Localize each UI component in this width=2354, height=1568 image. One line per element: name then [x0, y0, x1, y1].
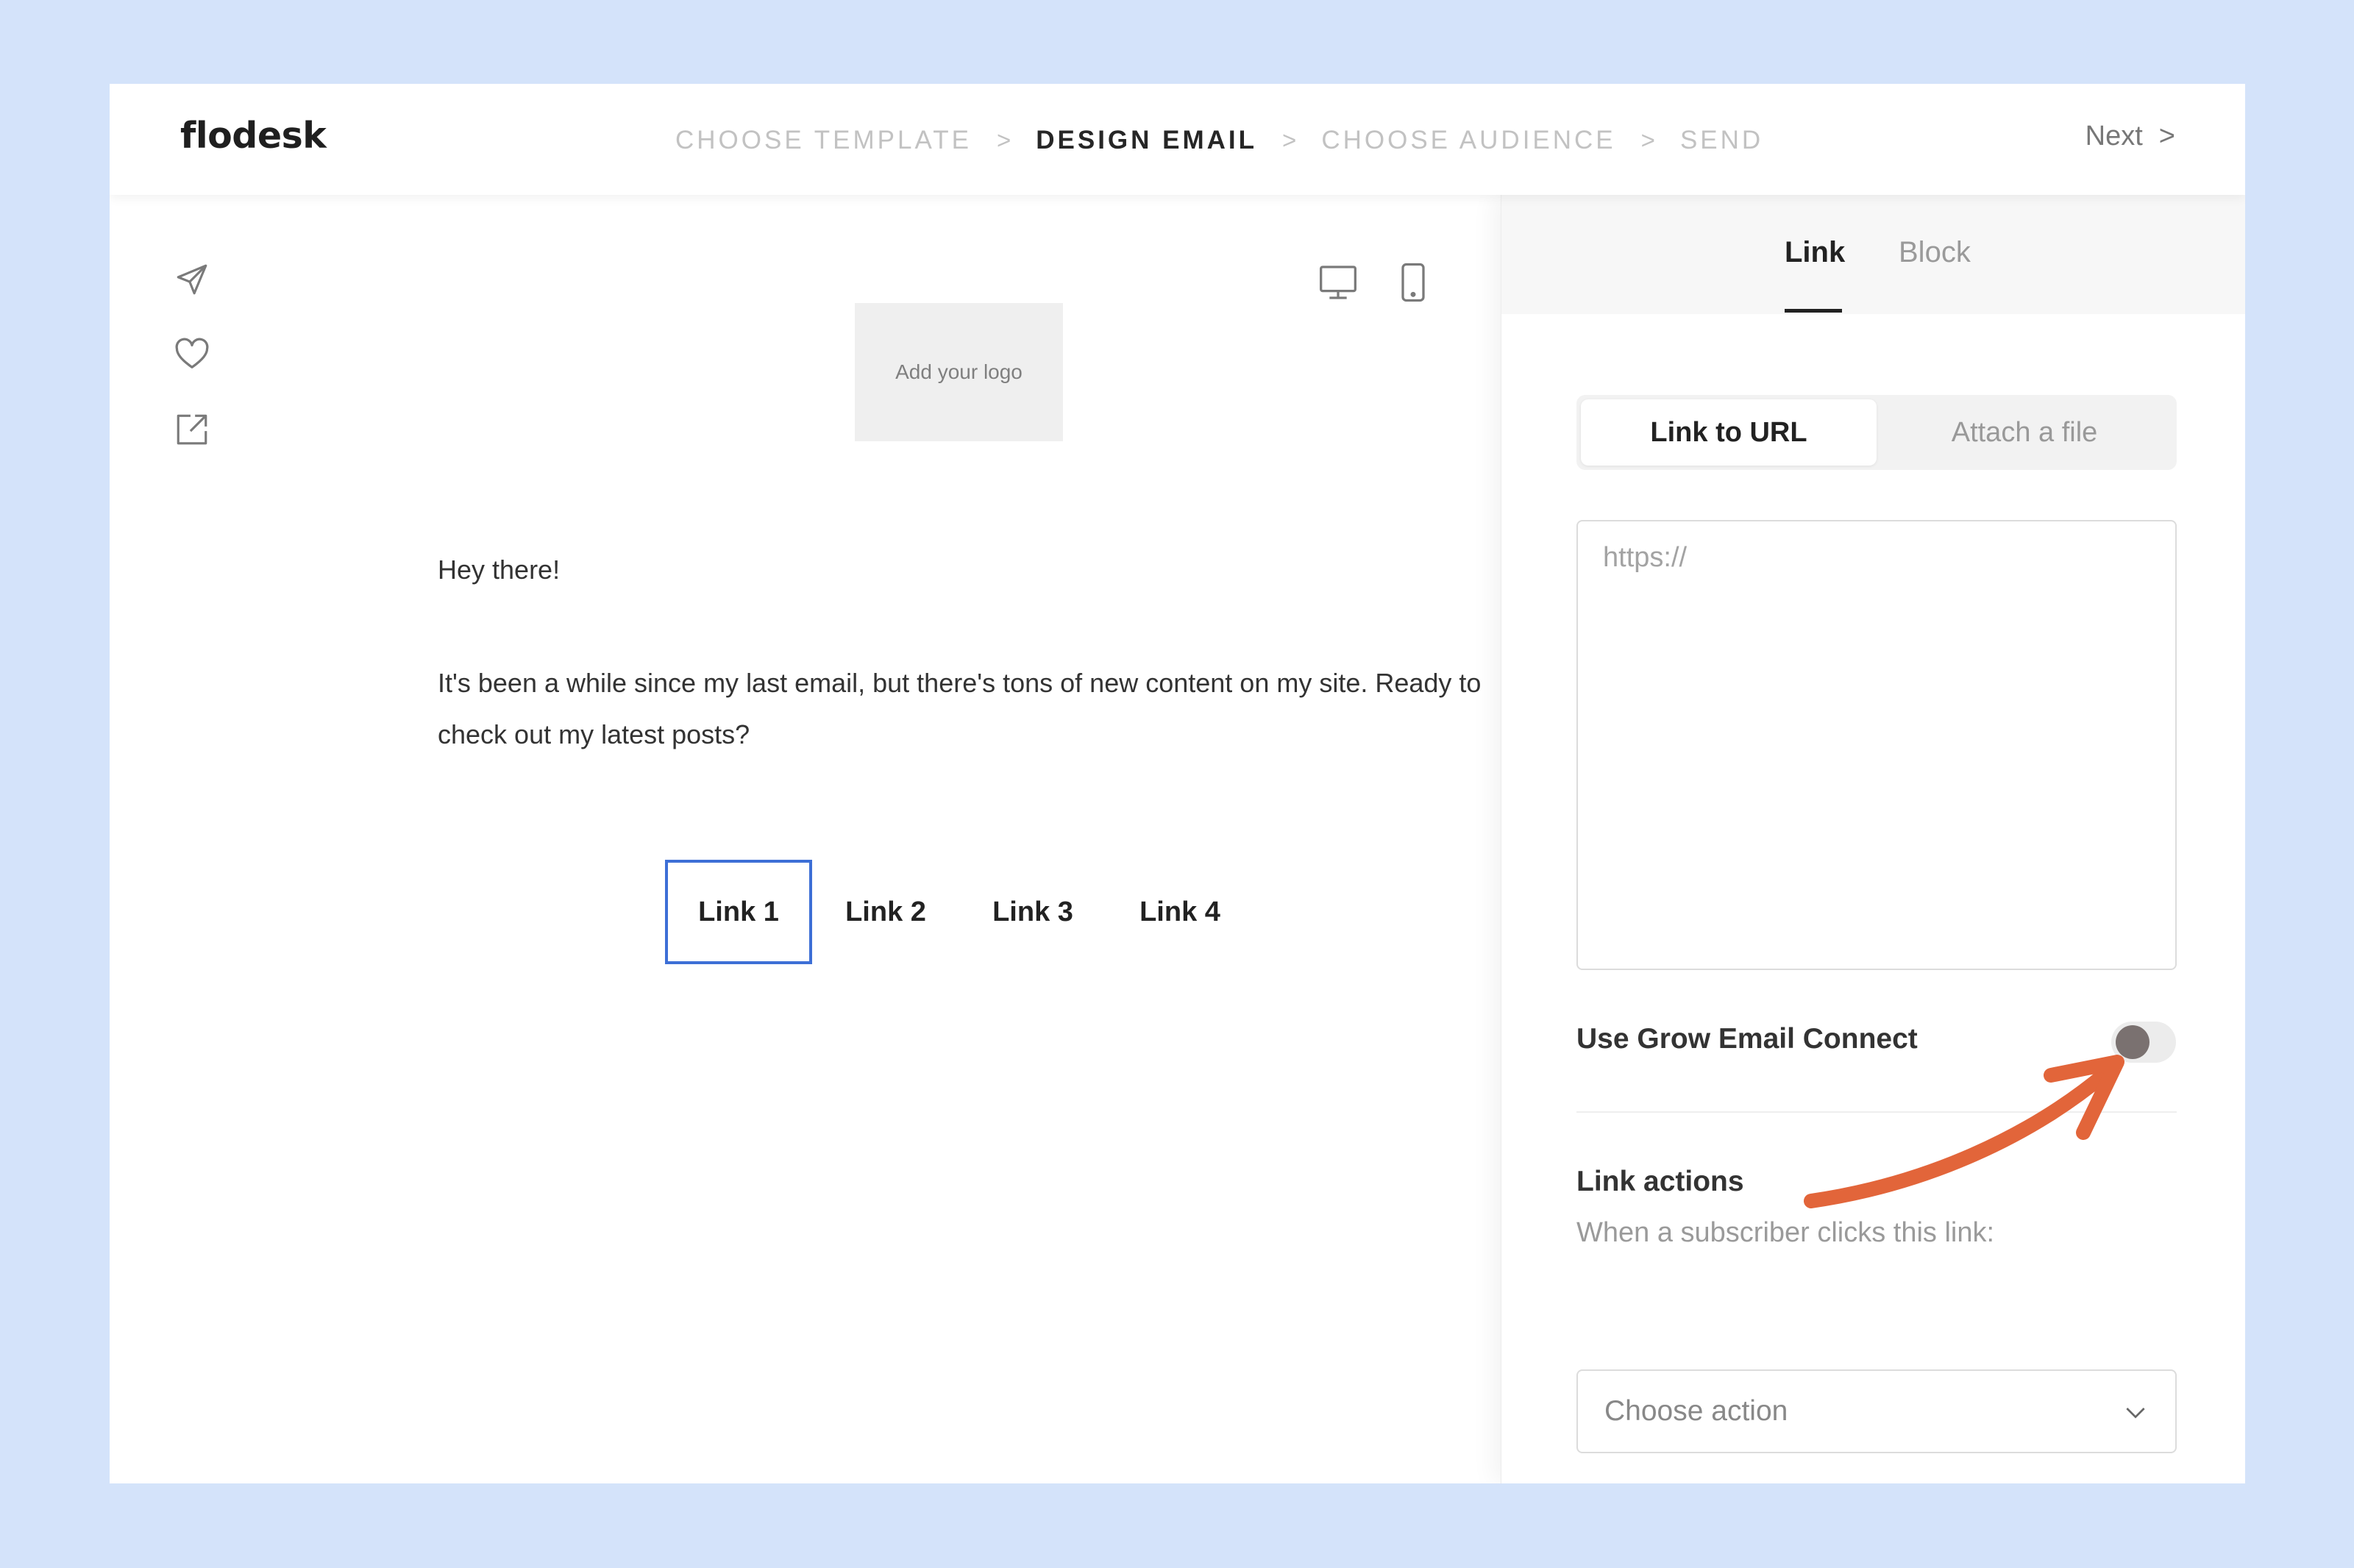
email-link-3[interactable]: Link 3 [959, 860, 1106, 964]
step-choose-audience[interactable]: CHOOSE AUDIENCE [1321, 126, 1615, 155]
email-link-2[interactable]: Link 2 [812, 860, 959, 964]
top-bar: flodesk CHOOSE TEMPLATE > DESIGN EMAIL >… [110, 84, 2245, 195]
step-separator: > [996, 126, 1011, 154]
email-link-4[interactable]: Link 4 [1106, 860, 1254, 964]
next-button[interactable]: Next > [2085, 121, 2175, 152]
flodesk-logo[interactable]: flodesk [180, 115, 327, 157]
link-actions-title: Link actions [1576, 1166, 1744, 1197]
step-breadcrumb: CHOOSE TEMPLATE > DESIGN EMAIL > CHOOSE … [675, 122, 1763, 159]
email-link-1[interactable]: Link 1 [665, 860, 812, 964]
toggle-knob [2116, 1025, 2149, 1059]
panel-tabs: Link Block [1501, 195, 2245, 314]
mobile-icon[interactable] [1391, 260, 1435, 304]
step-choose-template[interactable]: CHOOSE TEMPLATE [675, 126, 972, 155]
logo-placeholder[interactable]: Add your logo [855, 303, 1063, 441]
link-settings-panel: Link Block Link to URL Attach a file Use… [1501, 195, 2245, 1483]
tab-block[interactable]: Block [1899, 236, 1971, 269]
email-greeting[interactable]: Hey there! [438, 555, 560, 585]
chevron-right-icon: > [2158, 121, 2175, 152]
link-type-segmented-control: Link to URL Attach a file [1576, 395, 2177, 470]
step-send[interactable]: SEND [1680, 126, 1763, 155]
step-separator: > [1640, 126, 1655, 154]
active-tab-indicator [1785, 309, 1842, 313]
external-link-icon[interactable] [171, 409, 213, 450]
choose-action-select[interactable]: Choose action [1576, 1369, 2177, 1453]
grow-email-connect-toggle[interactable] [2111, 1022, 2176, 1063]
email-body[interactable]: It's been a while since my last email, b… [438, 658, 1541, 760]
heart-icon[interactable] [171, 334, 213, 375]
send-icon[interactable] [171, 259, 213, 300]
chevron-down-icon [2121, 1397, 2150, 1434]
step-design-email[interactable]: DESIGN EMAIL [1036, 126, 1257, 155]
url-input[interactable] [1576, 520, 2177, 970]
desktop-icon[interactable] [1316, 260, 1360, 304]
tab-link[interactable]: Link [1785, 236, 1845, 269]
grow-email-connect-label: Use Grow Email Connect [1576, 1023, 1918, 1055]
link-to-url-option[interactable]: Link to URL [1581, 399, 1877, 466]
app-window: flodesk CHOOSE TEMPLATE > DESIGN EMAIL >… [110, 84, 2245, 1483]
step-separator: > [1282, 126, 1297, 154]
next-label: Next [2085, 121, 2143, 152]
link-actions-subtitle: When a subscriber clicks this link: [1576, 1217, 1995, 1248]
section-divider [1576, 1111, 2177, 1113]
attach-file-option[interactable]: Attach a file [1877, 399, 2172, 466]
logo-placeholder-text: Add your logo [895, 360, 1023, 383]
choose-action-placeholder: Choose action [1604, 1395, 1788, 1427]
